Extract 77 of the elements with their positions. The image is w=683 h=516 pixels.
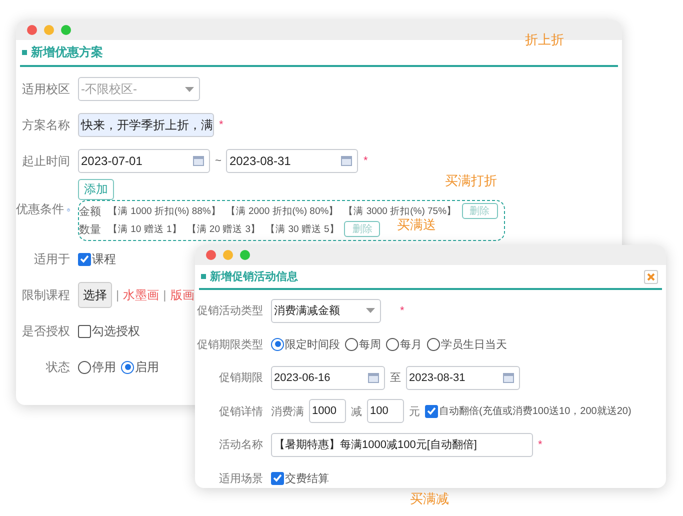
date-field[interactable]: 2023-08-31: [226, 149, 358, 173]
window-title: 新增优惠方案: [22, 44, 103, 61]
annotation-caption: 买满减: [410, 490, 449, 508]
text-field[interactable]: 快来，开学季折上折，满: [78, 113, 214, 137]
radio-option[interactable]: 每月: [386, 336, 422, 352]
field-label: 促销活动类型: [197, 304, 263, 318]
discount-field[interactable]: 100: [367, 399, 404, 424]
checkbox[interactable]: 交费结算: [271, 470, 329, 486]
required-mark: *: [538, 438, 542, 451]
radio-option[interactable]: 停用: [78, 358, 116, 376]
dialog-title: 新增促销活动信息: [201, 269, 298, 284]
field-label: 活动名称: [219, 438, 263, 452]
field-label: 起止时间: [22, 152, 70, 170]
condition-type-label: 金额: [79, 204, 102, 218]
caret-icon: [185, 86, 194, 92]
annotation-caption: 折上折: [525, 31, 564, 49]
calendar-icon: [368, 372, 379, 383]
detail-text: 消费满: [271, 404, 304, 419]
condition-rule: 【满 30 赠送 5】: [266, 222, 340, 236]
range-separator: ~: [215, 155, 222, 167]
radio-option[interactable]: 学员生日当天: [427, 336, 507, 352]
field-label: 优惠条件: [16, 201, 64, 218]
radio-option[interactable]: 启用: [121, 358, 159, 376]
amount-field[interactable]: 1000: [309, 399, 346, 424]
field-label: 适用于: [34, 250, 70, 268]
condition-rule: 【满 20 赠送 3】: [186, 222, 261, 236]
detail-text: 减: [351, 404, 362, 419]
radio-button[interactable]: [121, 360, 134, 374]
pipe-separator: |: [116, 288, 120, 302]
checkbox-square[interactable]: [78, 252, 91, 266]
field-label: 是否授权: [22, 322, 70, 340]
caret-icon: [366, 308, 375, 314]
radio-option[interactable]: 限定时间段: [271, 336, 340, 352]
detail-text: 元: [409, 404, 420, 419]
condition-type-label: 数量: [79, 222, 102, 236]
condition-rule: 【满 1000 折扣(%) 88%】: [108, 204, 221, 218]
checkbox[interactable]: 勾选授权: [78, 322, 140, 340]
close-button[interactable]: [644, 270, 658, 284]
field-label: 适用场景: [219, 472, 263, 486]
calendar-icon: [193, 156, 204, 166]
checkbox[interactable]: 自动翻倍(充值或消费100送10，200就送20): [425, 404, 632, 418]
field-label: 促销期限: [219, 371, 263, 386]
checkbox-square[interactable]: [425, 404, 438, 418]
annotation-caption: 买满送: [397, 216, 436, 234]
required-mark: *: [219, 119, 224, 131]
date-field[interactable]: 2023-08-31: [406, 366, 520, 390]
date-field[interactable]: 2023-07-01: [78, 149, 210, 173]
field-label: 促销详情: [219, 404, 263, 419]
annotation-caption: 买满打折: [445, 172, 497, 190]
condition-rule: 【满 3000 折扣(%) 75%】: [344, 204, 457, 218]
required-mark: *: [400, 304, 404, 317]
radio-button[interactable]: [427, 338, 440, 351]
range-separator: 至: [390, 371, 401, 386]
field-label: 适用校区: [22, 80, 70, 98]
radio-option[interactable]: 每周: [345, 336, 381, 352]
text-field[interactable]: 【暑期特惠】每满1000减100元[自动翻倍]: [271, 432, 533, 457]
condition-rule: 【满 2000 折扣(%) 80%】: [226, 204, 339, 218]
radio-button[interactable]: [78, 360, 91, 374]
calendar-icon: [503, 372, 514, 383]
checkbox-square[interactable]: [78, 324, 91, 338]
field-label: 状态: [46, 358, 70, 376]
choose-button[interactable]: 选择: [78, 282, 112, 308]
field-label: 促销期限类型: [197, 338, 263, 352]
radio-button[interactable]: [345, 338, 358, 351]
close-icon: [647, 272, 655, 280]
required-mark: *: [363, 155, 368, 167]
radio-button[interactable]: [271, 338, 284, 351]
date-field[interactable]: 2023-06-16: [271, 366, 385, 390]
pipe-separator: |: [163, 288, 166, 302]
calendar-icon: [341, 156, 352, 166]
select-field[interactable]: 消费满减金额: [271, 298, 381, 323]
field-label: 方案名称: [22, 116, 70, 134]
checkbox-square[interactable]: [271, 472, 284, 485]
radio-button[interactable]: [386, 338, 399, 351]
condition-rule: 【满 10 赠送 1】: [108, 222, 182, 236]
field-label: 限制课程: [22, 286, 70, 304]
checkbox[interactable]: 课程: [78, 250, 116, 268]
